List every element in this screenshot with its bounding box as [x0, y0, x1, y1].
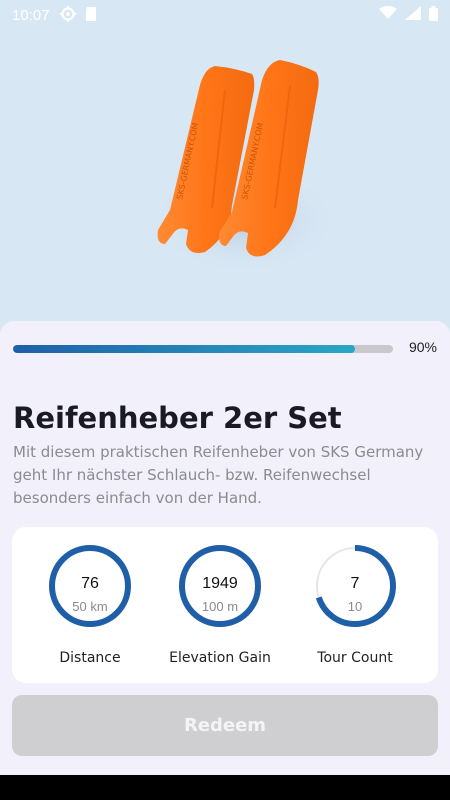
stats-card: 76 50 km Distance 1949 100 m Elevation G…	[12, 527, 438, 683]
progress-bar-track	[13, 345, 393, 353]
stat-elevation-gain: 1949 100 m Elevation Gain	[155, 543, 285, 673]
stat-distance: 76 50 km Distance	[25, 543, 155, 673]
reward-description: Mit diesem praktischen Reifenheber von S…	[13, 443, 424, 507]
battery-icon	[429, 5, 438, 25]
reward-title: Reifenheber 2er Set	[13, 401, 342, 435]
product-image: SKS-GERMANY.COM SKS-GERMANY.COM	[0, 30, 450, 330]
system-navigation-bar	[0, 775, 450, 800]
elevation-target: 100 m	[201, 599, 239, 614]
stat-tour-count: 7 10 Tour Count	[290, 543, 420, 673]
elevation-label: Elevation Gain	[169, 650, 271, 666]
distance-target: 50 km	[72, 599, 108, 614]
reward-progress: 90%	[13, 339, 437, 355]
signal-icon	[405, 6, 421, 24]
redeem-button[interactable]: Redeem	[12, 695, 438, 756]
elevation-value: 1949	[202, 575, 238, 592]
progress-bar-fill	[13, 345, 355, 353]
progress-percent-label: 90%	[408, 339, 437, 355]
reward-detail-sheet: 90% Reifenheber 2er Set Mit diesem prakt…	[0, 321, 450, 775]
distance-label: Distance	[59, 650, 121, 666]
tour-count-label: Tour Count	[317, 650, 393, 666]
tour-count-value: 7	[350, 575, 360, 592]
settings-gear-icon	[59, 6, 78, 24]
wifi-icon	[379, 6, 397, 24]
distance-value: 76	[81, 575, 99, 592]
status-bar: 10:07	[0, 0, 450, 30]
status-time: 10:07	[12, 6, 50, 24]
sd-card-icon	[84, 6, 102, 24]
tour-count-target: 10	[347, 599, 363, 614]
